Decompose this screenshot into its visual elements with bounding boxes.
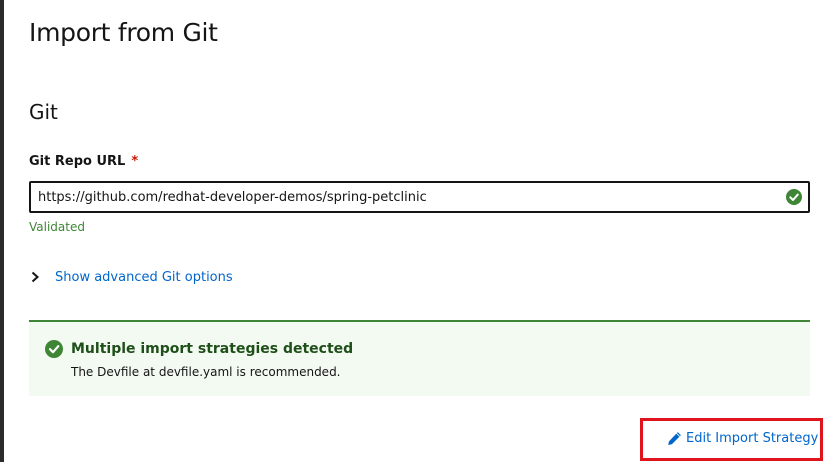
git-repo-url-input[interactable] [38,183,778,211]
git-repo-url-field[interactable] [29,181,810,213]
check-circle-icon [786,189,802,205]
import-strategy-alert: Multiple import strategies detected The … [29,320,810,396]
show-advanced-git-options-link[interactable]: Show advanced Git options [55,270,233,285]
section-title-git: Git [29,100,58,124]
alert-title: Multiple import strategies detected [71,341,354,357]
git-repo-url-label-text: Git Repo URL [29,154,126,169]
git-repo-url-label: Git Repo URL * [29,154,138,169]
validation-helper-text: Validated [29,220,85,234]
page-title: Import from Git [29,18,218,47]
edit-import-strategy-label[interactable]: Edit Import Strategy [686,431,818,446]
pencil-icon [668,432,681,445]
check-circle-icon [45,340,63,358]
chevron-right-icon [31,271,39,283]
required-marker: * [131,154,139,169]
edit-import-strategy-button[interactable]: Edit Import Strategy [640,418,823,461]
left-rail [0,0,4,462]
alert-body: The Devfile at devfile.yaml is recommend… [71,365,341,379]
